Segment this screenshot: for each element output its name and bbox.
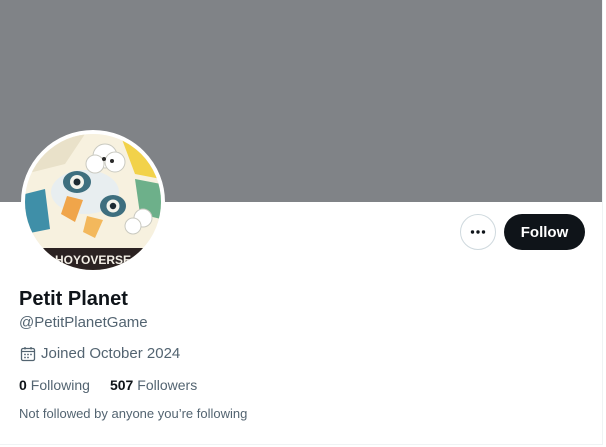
calendar-icon: [19, 345, 37, 363]
follow-button[interactable]: Follow: [504, 214, 585, 250]
profile-avatar[interactable]: HOYOVERSE: [21, 130, 165, 274]
followers-label: Followers: [137, 377, 198, 393]
avatar-artwork: HOYOVERSE: [25, 134, 161, 270]
mutual-followers-note: Not followed by anyone you’re following: [19, 406, 248, 421]
followers-link[interactable]: 507 Followers: [110, 376, 197, 394]
following-label: Following: [30, 377, 90, 393]
more-options-button[interactable]: [460, 214, 496, 250]
more-horizontal-icon: [470, 230, 486, 234]
follow-stats: 0 Following 507 Followers: [19, 376, 217, 394]
avatar-watermark: HOYOVERSE: [55, 253, 131, 267]
followers-count: 507: [109, 377, 134, 393]
profile-display-name: Petit Planet: [19, 288, 128, 310]
following-link[interactable]: 0 Following: [19, 376, 90, 394]
following-count: 0: [19, 377, 27, 393]
joined-date: Joined October 2024: [19, 345, 180, 363]
joined-date-text: Joined October 2024: [41, 345, 181, 362]
profile-handle: @PetitPlanetGame: [19, 314, 148, 331]
profile-card: HOYOVERSE Follow Petit Planet @PetitPlan…: [0, 0, 603, 445]
